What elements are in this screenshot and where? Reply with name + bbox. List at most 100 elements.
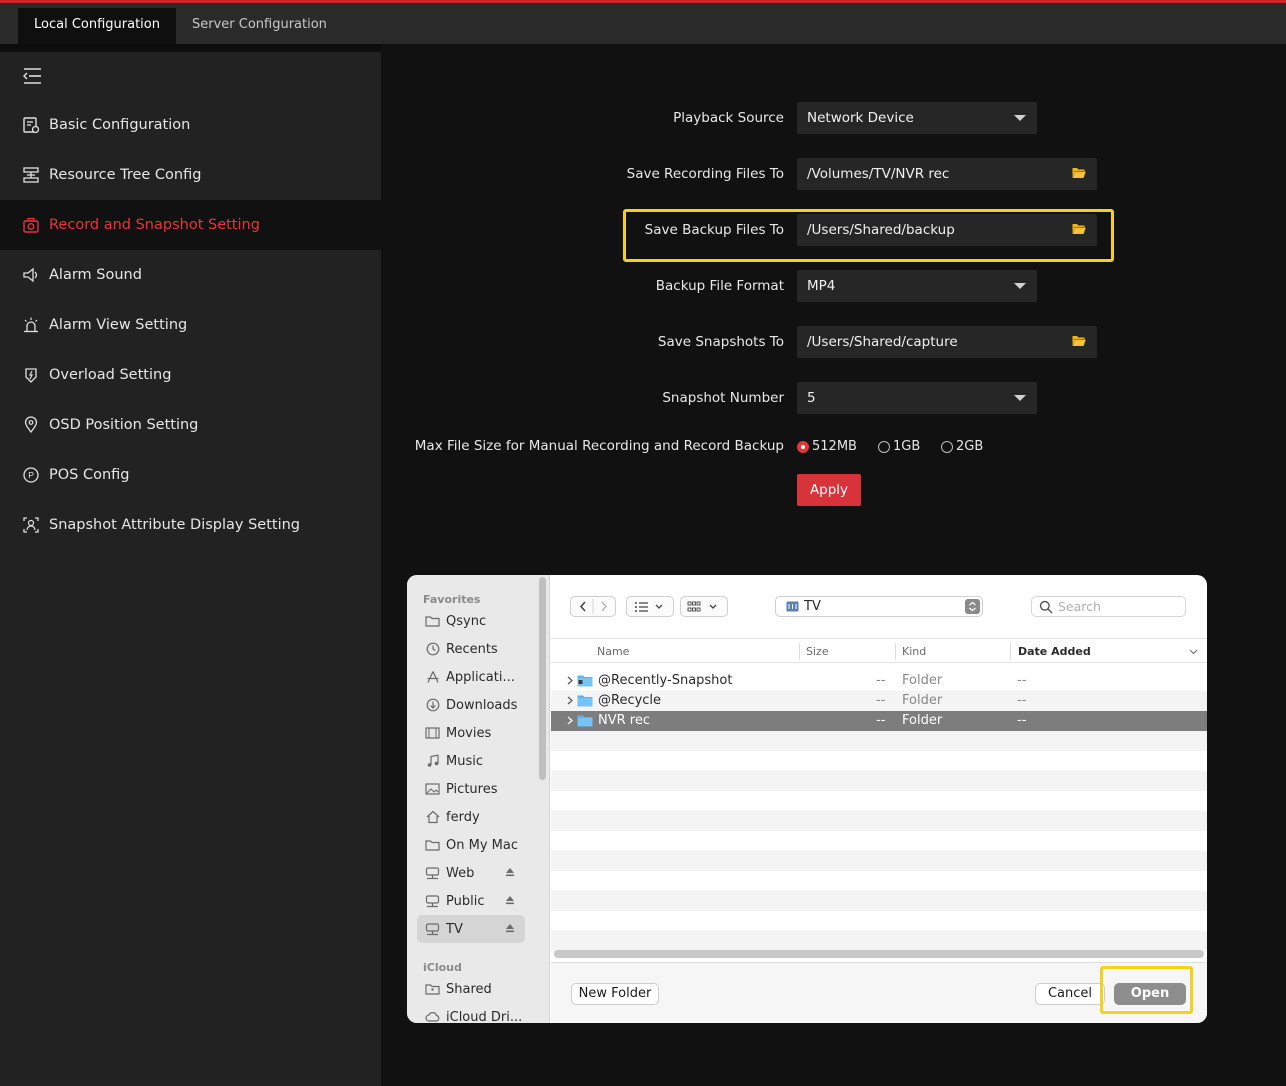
sidebar-item-qsync[interactable]: Qsync: [417, 607, 525, 635]
sidebar-item-pictures[interactable]: Pictures: [417, 775, 525, 803]
sidebar-item-applications[interactable]: Applicati...: [417, 663, 525, 691]
file-date-added: --: [1017, 713, 1027, 728]
folder-icon: [577, 695, 593, 707]
sidebar-item-web[interactable]: Web: [417, 859, 525, 887]
cancel-button[interactable]: Cancel: [1035, 983, 1105, 1005]
sidebar-item-label: ferdy: [446, 809, 480, 825]
save-snapshots-path-value: /Users/Shared/capture: [807, 334, 958, 350]
column-header-row: Name Size Kind Date Added: [551, 638, 1207, 663]
dialog-file-browser: TV Search Name Size Kind Date Added @Rec…: [551, 575, 1207, 1023]
shared-folder-icon: [425, 983, 440, 996]
sidebar-item-tv[interactable]: TV: [417, 915, 525, 943]
playback-source-select[interactable]: Network Device: [797, 102, 1037, 134]
sidebar-item-movies[interactable]: Movies: [417, 719, 525, 747]
file-name: @Recently-Snapshot: [598, 673, 733, 688]
sidebar-item-label: Overload Setting: [49, 367, 172, 383]
network-drive-icon: [786, 601, 799, 612]
table-row[interactable]: @Recycle -- Folder --: [551, 691, 1207, 711]
column-kind[interactable]: Kind: [902, 645, 926, 658]
folder-open-icon[interactable]: [1072, 223, 1086, 235]
save-backup-path-value: /Users/Shared/backup: [807, 222, 955, 238]
column-divider: [895, 643, 896, 660]
favorites-heading: Favorites: [423, 593, 481, 606]
tab-local-configuration[interactable]: Local Configuration: [18, 8, 176, 44]
column-size[interactable]: Size: [806, 645, 829, 658]
home-icon: [425, 810, 440, 824]
folder-open-icon[interactable]: [1072, 335, 1086, 347]
list-view-button[interactable]: [626, 596, 674, 617]
chevron-down-icon: [1014, 283, 1026, 289]
eject-icon[interactable]: [505, 867, 515, 877]
table-row-selected[interactable]: NVR rec -- Folder --: [551, 711, 1207, 731]
sidebar-item-label: Movies: [446, 725, 492, 741]
max-file-size-label: Max File Size for Manual Recording and R…: [414, 438, 784, 454]
menu-collapse-icon[interactable]: [22, 67, 42, 85]
sidebar-item-basic-configuration[interactable]: Basic Configuration: [0, 100, 381, 150]
sidebar-item-label: Snapshot Attribute Display Setting: [49, 517, 301, 533]
sidebar-item-label: TV: [446, 921, 463, 937]
backup-format-value: MP4: [807, 278, 836, 294]
eject-icon[interactable]: [505, 923, 515, 933]
sidebar-item-osd-position-setting[interactable]: OSD Position Setting: [0, 400, 381, 450]
grid-view-button[interactable]: [680, 596, 728, 617]
column-date-added[interactable]: Date Added: [1018, 645, 1091, 658]
search-input[interactable]: Search: [1031, 596, 1186, 617]
sidebar-item-record-and-snapshot-setting[interactable]: Record and Snapshot Setting: [0, 200, 381, 250]
save-backup-path-field[interactable]: /Users/Shared/backup: [797, 214, 1097, 246]
sidebar-item-shared[interactable]: Shared: [417, 975, 525, 1003]
sidebar-item-resource-tree-config[interactable]: Resource Tree Config: [0, 150, 381, 200]
sidebar-item-label: iCloud Dri...: [446, 1009, 523, 1024]
network-drive-icon: [425, 922, 440, 936]
radio-512mb[interactable]: 512MB: [797, 439, 857, 454]
location-select[interactable]: TV: [775, 596, 983, 617]
network-drive-icon: [425, 866, 440, 880]
file-kind: Folder: [902, 673, 943, 688]
horizontal-scrollbar[interactable]: [554, 950, 1204, 958]
sidebar-item-downloads[interactable]: Downloads: [417, 691, 525, 719]
clock-icon: [425, 642, 440, 656]
eject-icon[interactable]: [505, 895, 515, 905]
network-drive-icon: [425, 894, 440, 908]
sidebar-item-recents[interactable]: Recents: [417, 635, 525, 663]
sidebar-item-alarm-sound[interactable]: Alarm Sound: [0, 250, 381, 300]
file-date-added: --: [1017, 693, 1027, 708]
sidebar-item-ferdy[interactable]: ferdy: [417, 803, 525, 831]
sidebar-item-label: Applicati...: [446, 669, 515, 685]
radio-label: 2GB: [956, 439, 984, 454]
snapshot-number-select[interactable]: 5: [797, 382, 1037, 414]
file-name: NVR rec: [598, 713, 650, 728]
radio-unselected-icon: [878, 440, 890, 453]
tab-server-configuration[interactable]: Server Configuration: [176, 8, 343, 44]
sidebar-item-snapshot-attribute-display-setting[interactable]: Snapshot Attribute Display Setting: [0, 500, 381, 550]
sidebar-item-on-my-mac[interactable]: On My Mac: [417, 831, 525, 859]
table-row[interactable]: @Recently-Snapshot -- Folder --: [551, 671, 1207, 691]
save-recording-label: Save Recording Files To: [626, 166, 784, 182]
save-recording-path-field[interactable]: /Volumes/TV/NVR rec: [797, 158, 1097, 190]
cloud-icon: [425, 1011, 440, 1024]
sidebar-item-pos-config[interactable]: P POS Config: [0, 450, 381, 500]
sidebar-item-overload-setting[interactable]: Overload Setting: [0, 350, 381, 400]
apply-button[interactable]: Apply: [797, 474, 861, 506]
sidebar-item-label: Basic Configuration: [49, 117, 191, 133]
folder-open-icon[interactable]: [1072, 167, 1086, 179]
sidebar-item-icloud-drive[interactable]: iCloud Dri...: [417, 1003, 525, 1023]
radio-1gb[interactable]: 1GB: [878, 439, 920, 454]
sidebar-item-alarm-view-setting[interactable]: Alarm View Setting: [0, 300, 381, 350]
sidebar-item-music[interactable]: Music: [417, 747, 525, 775]
sidebar-item-public[interactable]: Public: [417, 887, 525, 915]
radio-2gb[interactable]: 2GB: [941, 439, 983, 454]
chevron-down-icon: [1014, 115, 1026, 121]
sidebar-item-label: Record and Snapshot Setting: [49, 217, 260, 233]
backup-format-select[interactable]: MP4: [797, 270, 1037, 302]
folder-icon: [425, 839, 440, 852]
folder-icon: [425, 615, 440, 628]
alarm-light-icon: [22, 316, 40, 334]
column-name[interactable]: Name: [597, 645, 629, 658]
sidebar-scrollbar[interactable]: [539, 577, 546, 780]
backup-format-label: Backup File Format: [655, 278, 784, 294]
pos-icon: P: [22, 466, 40, 484]
save-snapshots-path-field[interactable]: /Users/Shared/capture: [797, 326, 1097, 358]
new-folder-button[interactable]: New Folder: [571, 983, 659, 1005]
save-snapshots-label: Save Snapshots To: [657, 334, 784, 350]
back-forward-buttons[interactable]: [570, 596, 616, 617]
